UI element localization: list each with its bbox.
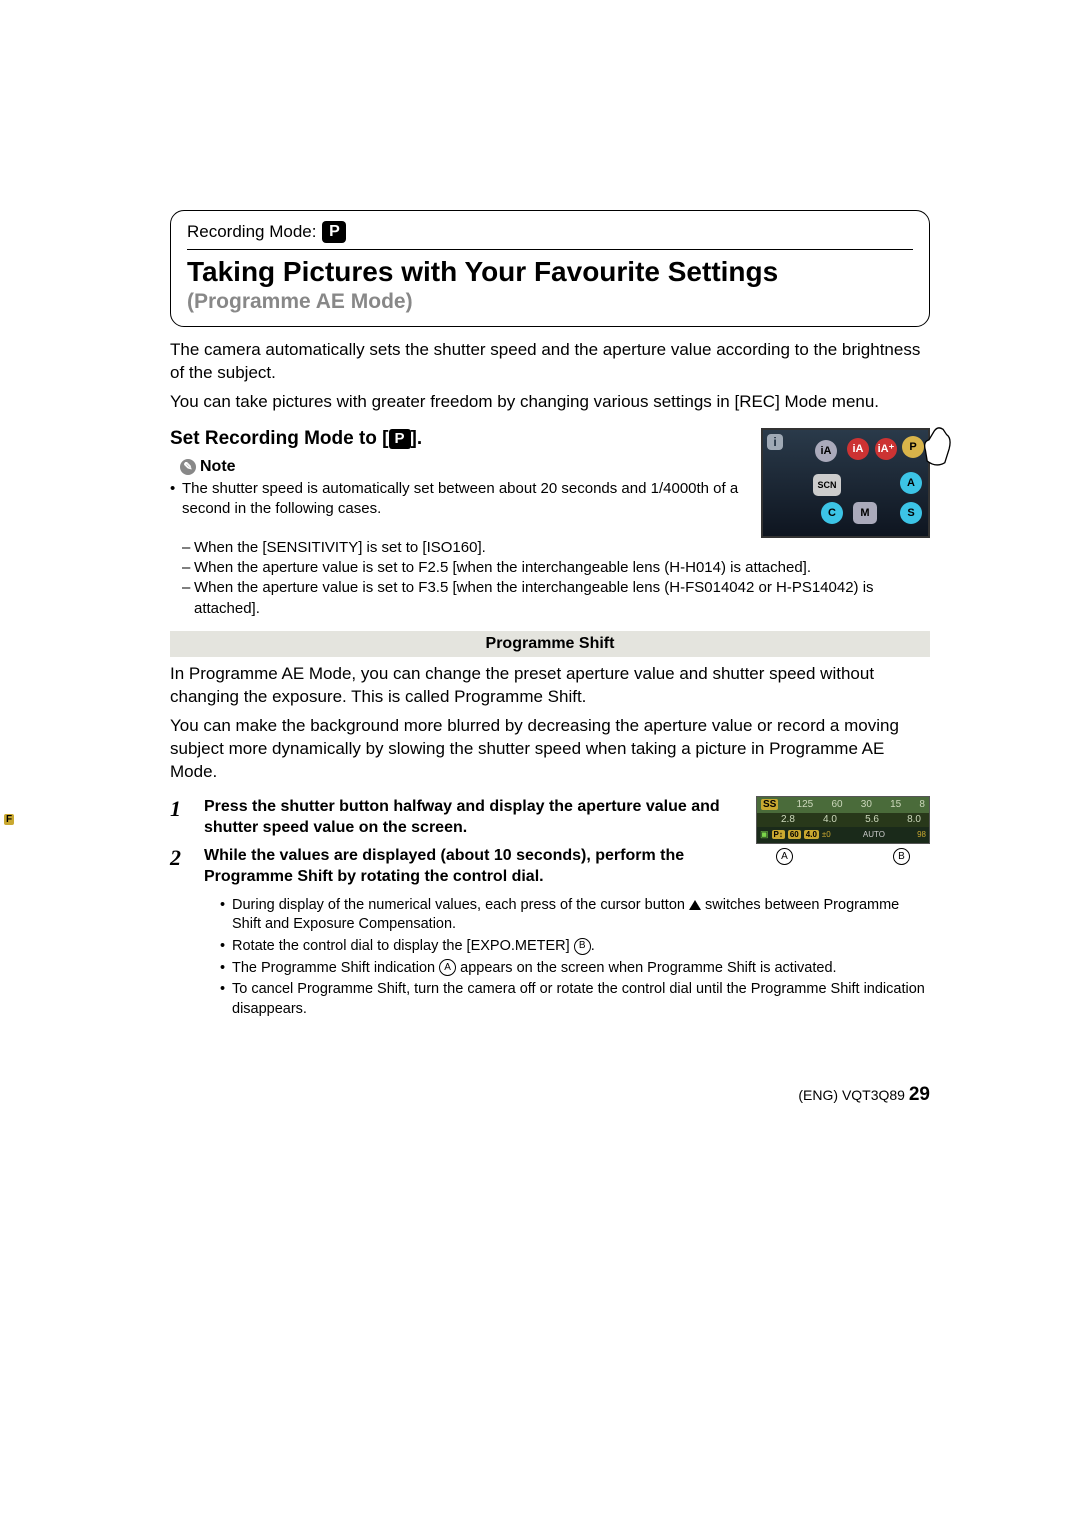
mode-iap-icon: iA⁺	[875, 438, 897, 460]
label-a-inline-icon: A	[439, 959, 456, 976]
note-sublist: When the [SENSITIVITY] is set to [ISO160…	[182, 538, 930, 619]
ss-val: 30	[861, 799, 872, 810]
label-b-icon: B	[893, 848, 910, 865]
expo-val: 4.0	[804, 830, 819, 839]
footer-lang: (ENG)	[798, 1087, 838, 1103]
recording-mode-line: Recording Mode: P	[187, 221, 913, 243]
page-footer: (ENG) VQT3Q89 29	[798, 1084, 930, 1106]
expo-ct: 98	[917, 830, 926, 839]
expo-meter-illustration: SS 125 60 30 15 8 F 2.8 4.0 5.6 8.0 ▣ P↕	[756, 796, 930, 865]
f-val: 8.0	[907, 814, 921, 825]
note-list: The shutter speed is automatically set b…	[170, 479, 930, 520]
shift-paragraph-2: You can make the background more blurred…	[170, 715, 930, 784]
expo-iso: AUTO	[834, 830, 914, 839]
set-rec-suffix: ].	[411, 428, 423, 449]
mode-ia-icon: iA	[847, 438, 869, 460]
p-mode-icon: P	[322, 221, 346, 243]
note-label: Note	[200, 458, 236, 476]
ss-val: 60	[831, 799, 842, 810]
set-rec-prefix: Set Recording Mode to [	[170, 428, 389, 449]
programme-shift-header: Programme Shift	[170, 631, 930, 657]
divider	[187, 249, 913, 250]
step-number-2: 2	[170, 845, 190, 888]
text-span: The Programme Shift indication	[232, 960, 439, 976]
text-span: During display of the numerical values, …	[232, 897, 689, 913]
step-note-2: Rotate the control dial to display the […	[220, 937, 930, 957]
step-notes: During display of the numerical values, …	[170, 896, 930, 1019]
text-span: Rotate the control dial to display the […	[232, 938, 574, 954]
expo-ev: ±0	[822, 830, 831, 839]
f-val: 4.0	[823, 814, 837, 825]
f-val: 5.6	[865, 814, 879, 825]
label-a-icon: A	[776, 848, 793, 865]
note-dash-2: When the aperture value is set to F2.5 […	[182, 558, 930, 578]
step-text-2: While the values are displayed (about 10…	[204, 845, 742, 888]
header-box: Recording Mode: P Taking Pictures with Y…	[170, 210, 930, 327]
p-mode-inline-icon: P	[389, 429, 411, 449]
intro-paragraph-1: The camera automatically sets the shutte…	[170, 339, 930, 385]
steps-list: 1 Press the shutter button halfway and d…	[170, 796, 742, 888]
page-subtitle: (Programme AE Mode)	[187, 290, 913, 314]
shift-paragraph-1: In Programme AE Mode, you can change the…	[170, 663, 930, 709]
step-note-1: During display of the numerical values, …	[220, 896, 930, 935]
ss-val: 15	[890, 799, 901, 810]
text-span: appears on the screen when Programme Shi…	[456, 960, 836, 976]
recording-mode-label: Recording Mode:	[187, 222, 316, 242]
note-dash-1: When the [SENSITIVITY] is set to [ISO160…	[182, 538, 930, 558]
page-title: Taking Pictures with Your Favourite Sett…	[187, 256, 913, 288]
text-span: .	[591, 938, 595, 954]
page-number: 29	[909, 1084, 930, 1105]
f-val: 2.8	[781, 814, 795, 825]
ss-val: 125	[797, 799, 814, 810]
f-label: F	[4, 814, 14, 825]
step-note-4: To cancel Programme Shift, turn the came…	[220, 980, 930, 1019]
note-heading: ✎ Note	[180, 458, 747, 476]
cursor-up-icon	[689, 900, 701, 910]
ss-label: SS	[761, 799, 778, 810]
info-icon: i	[767, 434, 783, 450]
note-bullet-1: The shutter speed is automatically set b…	[170, 479, 930, 520]
note-dash-3: When the aperture value is set to F3.5 […	[182, 578, 930, 619]
note-icon: ✎	[180, 459, 196, 475]
step-number-1: 1	[170, 796, 190, 839]
finger-touch-icon	[918, 424, 954, 468]
step-text-1: Press the shutter button halfway and dis…	[204, 796, 742, 839]
mode-dot: iA	[815, 440, 837, 462]
ss-val: 8	[919, 799, 925, 810]
ps-indicator: P↕	[772, 830, 785, 839]
step-note-3: The Programme Shift indication A appears…	[220, 959, 930, 979]
intro-paragraph-2: You can take pictures with greater freed…	[170, 391, 930, 414]
expo-val: 60	[788, 830, 801, 839]
label-b-inline-icon: B	[574, 938, 591, 955]
footer-code: VQT3Q89	[842, 1087, 905, 1103]
